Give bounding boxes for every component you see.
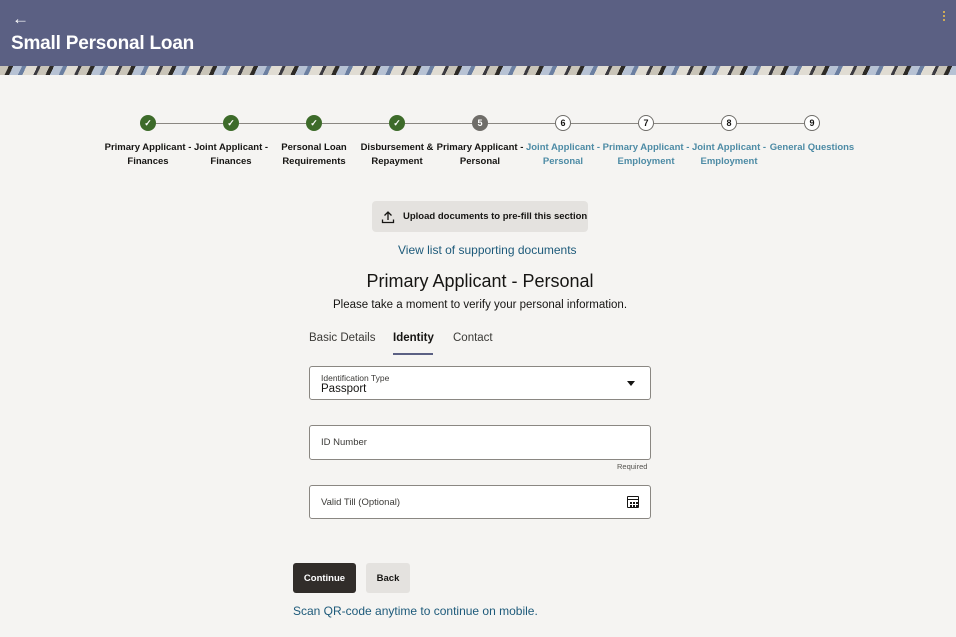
- qr-code-link[interactable]: Scan QR-code anytime to continue on mobi…: [293, 604, 538, 618]
- step-label: Joint Applicant - Finances: [193, 142, 269, 167]
- supporting-documents-link[interactable]: View list of supporting documents: [398, 243, 577, 257]
- active-tab-indicator: [393, 353, 433, 355]
- step-8[interactable]: 8 Joint Applicant - Employment: [684, 115, 774, 169]
- tab-contact[interactable]: Contact: [453, 332, 493, 344]
- step-label: Joint Applicant - Employment: [691, 142, 767, 167]
- section-title: Primary Applicant - Personal: [366, 271, 594, 291]
- step-3[interactable]: ✓ Personal Loan Requirements: [269, 115, 359, 169]
- id-number-placeholder: ID Number: [321, 437, 367, 448]
- tab-identity[interactable]: Identity: [393, 332, 434, 344]
- step-number: 9: [804, 115, 820, 131]
- upload-documents-button[interactable]: Upload documents to pre-fill this sectio…: [372, 201, 588, 232]
- step-6[interactable]: 6 Joint Applicant - Personal: [518, 115, 608, 169]
- page-title: Small Personal Loan: [11, 33, 195, 54]
- app-header: ← Small Personal Loan: [0, 0, 956, 66]
- step-1[interactable]: ✓ Primary Applicant - Finances: [103, 115, 193, 169]
- step-label: Primary Applicant - Personal: [436, 142, 524, 167]
- upload-icon: [381, 210, 395, 223]
- step-label: Disbursement & Repayment: [360, 142, 434, 167]
- id-number-field[interactable]: ID Number: [309, 425, 651, 460]
- tab-basic-details[interactable]: Basic Details: [309, 332, 375, 344]
- continue-button[interactable]: Continue: [293, 563, 356, 593]
- checkmark-icon: ✓: [306, 115, 322, 131]
- section-subtitle: Please take a moment to verify your pers…: [332, 299, 628, 311]
- step-9[interactable]: 9 General Questions: [767, 115, 857, 155]
- step-label: General Questions: [769, 142, 855, 153]
- upload-label: Upload documents to pre-fill this sectio…: [403, 211, 588, 222]
- checkmark-icon: ✓: [389, 115, 405, 131]
- kebab-menu-icon[interactable]: [938, 11, 950, 25]
- step-4[interactable]: ✓ Disbursement & Repayment: [352, 115, 442, 169]
- step-label: Joint Applicant - Personal: [525, 142, 601, 167]
- checkmark-icon: ✓: [223, 115, 239, 131]
- calendar-icon[interactable]: [627, 496, 639, 508]
- step-5[interactable]: 5 Primary Applicant - Personal: [435, 115, 525, 169]
- valid-till-field[interactable]: Valid Till (Optional): [309, 485, 651, 519]
- step-7[interactable]: 7 Primary Applicant - Employment: [601, 115, 691, 169]
- step-number: 6: [555, 115, 571, 131]
- step-number: 5: [472, 115, 488, 131]
- step-number: 7: [638, 115, 654, 131]
- step-label: Personal Loan Requirements: [281, 142, 347, 167]
- identification-type-value: Passport: [321, 383, 367, 395]
- step-label: Primary Applicant - Employment: [602, 142, 690, 167]
- identification-type-select[interactable]: Identification Type Passport: [309, 366, 651, 400]
- decorative-banner: [0, 66, 956, 75]
- back-button[interactable]: Back: [366, 563, 410, 593]
- step-number: 8: [721, 115, 737, 131]
- progress-stepper: ✓ Primary Applicant - Finances ✓ Joint A…: [0, 115, 956, 185]
- step-2[interactable]: ✓ Joint Applicant - Finances: [186, 115, 276, 169]
- step-label: Primary Applicant - Finances: [104, 142, 192, 167]
- identification-type-label: Identification Type: [321, 373, 390, 383]
- checkmark-icon: ✓: [140, 115, 156, 131]
- chevron-down-icon: [627, 381, 635, 386]
- valid-till-placeholder: Valid Till (Optional): [321, 497, 401, 508]
- required-helper: Required: [617, 462, 648, 471]
- arrow-left-icon[interactable]: ←: [12, 9, 29, 29]
